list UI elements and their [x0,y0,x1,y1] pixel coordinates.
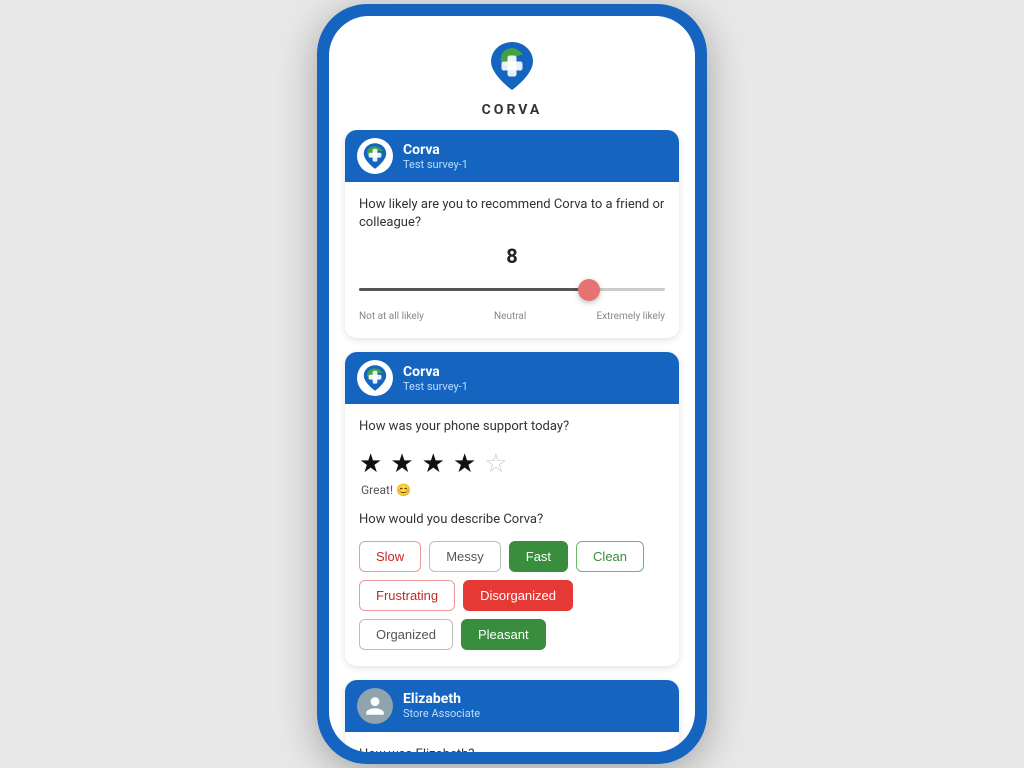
nps-card-body: How likely are you to recommend Corva to… [345,182,679,338]
star-3[interactable]: ★ [422,449,445,479]
support-question: How was your phone support today? [359,418,665,436]
star-4[interactable]: ★ [453,449,476,479]
nps-card-header: Corva Test survey-1 [345,130,679,182]
slider-container[interactable] [359,274,665,305]
tag-disorganized[interactable]: Disorganized [463,580,573,611]
nps-card: Corva Test survey-1 How likely are you t… [345,130,679,338]
nps-card-subtitle: Test survey-1 [403,158,468,171]
describe-question: How would you describe Corva? [359,511,665,529]
star-1[interactable]: ★ [359,449,382,479]
elizabeth-card-title: Elizabeth [403,691,480,707]
scroll-area[interactable]: Corva Test survey-1 How likely are you t… [329,130,695,752]
tag-pleasant[interactable]: Pleasant [461,619,546,650]
star-5[interactable]: ☆ [484,449,507,479]
star-2[interactable]: ★ [390,449,413,479]
tag-slow[interactable]: Slow [359,541,421,572]
elizabeth-card-header-text: Elizabeth Store Associate [403,691,480,720]
tag-fast[interactable]: Fast [509,541,568,572]
elizabeth-question: How was Elizabeth? [359,746,665,752]
tag-organized[interactable]: Organized [359,619,453,650]
support-card-body: How was your phone support today? ★ ★ ★ … [345,404,679,665]
support-rating-label: Great! 😊 [361,483,665,497]
slider-label-left: Not at all likely [359,311,424,322]
nps-card-header-text: Corva Test survey-1 [403,142,468,171]
tag-clean[interactable]: Clean [576,541,644,572]
logo-container [482,36,542,96]
support-card-title: Corva [403,364,468,380]
tag-frustrating[interactable]: Frustrating [359,580,455,611]
slider-fill [359,288,589,291]
slider-labels: Not at all likely Neutral Extremely like… [359,311,665,322]
slider-label-center: Neutral [494,311,526,322]
elizabeth-card-body: How was Elizabeth? ★ ★ ★ ★ ★ Amazing! 😊 [345,732,679,752]
nps-question: How likely are you to recommend Corva to… [359,196,665,232]
app-header: CORVA [329,16,695,130]
stars-row-support: ★ ★ ★ ★ ☆ [359,449,665,479]
corva-avatar-2 [357,360,393,396]
slider-track [359,288,665,291]
slider-thumb[interactable] [578,279,600,301]
elizabeth-avatar [357,688,393,724]
elizabeth-card-subtitle: Store Associate [403,707,480,720]
support-card-subtitle: Test survey-1 [403,380,468,393]
support-card-header-text: Corva Test survey-1 [403,364,468,393]
phone-frame: CORVA Corva Test surve [317,4,707,764]
corva-avatar-1 [357,138,393,174]
phone-screen: CORVA Corva Test surve [329,16,695,752]
slider-value: 8 [359,244,665,268]
brand-name: CORVA [482,102,543,118]
tag-messy[interactable]: Messy [429,541,501,572]
support-card-header: Corva Test survey-1 [345,352,679,404]
nps-card-title: Corva [403,142,468,158]
elizabeth-card-header: Elizabeth Store Associate [345,680,679,732]
slider-label-right: Extremely likely [596,311,665,322]
support-card: Corva Test survey-1 How was your phone s… [345,352,679,665]
elizabeth-card: Elizabeth Store Associate How was Elizab… [345,680,679,752]
tags-grid: Slow Messy Fast Clean Frustrating Disorg… [359,541,665,650]
